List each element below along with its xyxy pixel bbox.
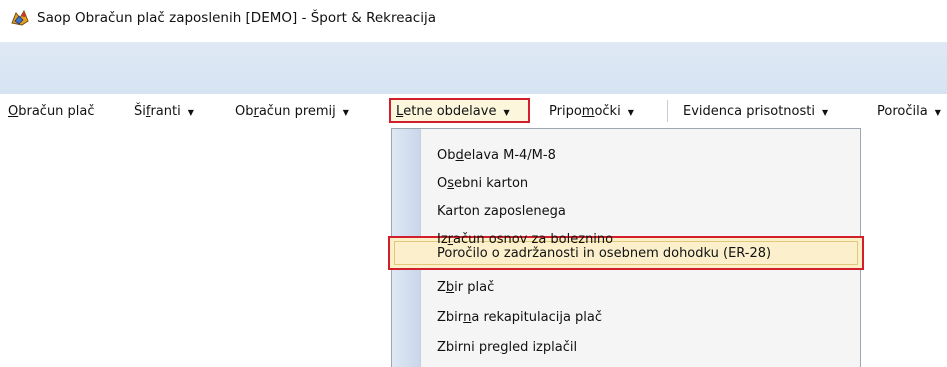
menu-obracun-plac[interactable]: Obračun plač bbox=[8, 96, 95, 126]
dropdown-item-obdelava-m4-m8[interactable]: Ob d elava M-4/M-8 bbox=[437, 141, 556, 169]
dropdown-item-karton-zaposlenega[interactable]: Karton zaposlenega bbox=[437, 197, 566, 225]
title-bar: Saop Obračun plač zaposlenih [DEMO] - Šp… bbox=[0, 0, 947, 40]
menu-label-post: etne obdelave bbox=[403, 103, 497, 119]
item-label-post: led izplačil bbox=[508, 339, 578, 355]
dropdown-item-zbirni-pregled[interactable]: Zbirni pre g led izplačil bbox=[437, 333, 577, 361]
menu-obracun-premij[interactable]: Ob r ačun premij ▼ bbox=[235, 96, 349, 126]
menu-label-post: ačun premij bbox=[258, 103, 336, 119]
item-label-accel: s bbox=[447, 175, 455, 191]
chevron-down-icon: ▼ bbox=[821, 107, 829, 117]
menu-separator bbox=[667, 100, 668, 122]
item-label: Poročilo o zadržanosti in osebnem dohodk… bbox=[437, 245, 772, 261]
menu-bar-background bbox=[0, 42, 947, 94]
dropdown-item-osebni-karton[interactable]: Os ebni karton bbox=[437, 169, 528, 197]
chevron-down-icon: ▼ bbox=[187, 107, 194, 117]
item-label-pre: Z bbox=[437, 279, 446, 295]
item-label-accel: n bbox=[463, 309, 472, 325]
saop-app-icon bbox=[11, 9, 29, 26]
item-label-pre: O bbox=[437, 175, 448, 191]
menu-label-pre: Ši bbox=[134, 103, 146, 119]
item-label-pre: Zbir bbox=[437, 309, 464, 325]
item-label-post: ir plač bbox=[454, 279, 495, 295]
window-title: Saop Obračun plač zaposlenih [DEMO] - Šp… bbox=[37, 10, 437, 26]
item-label-post: a rekapitulacija plač bbox=[471, 309, 603, 325]
menu-label-post: očki bbox=[594, 103, 621, 119]
menu-label-pre: Ob bbox=[235, 103, 254, 119]
menu-label-post: ranti bbox=[150, 103, 181, 119]
menu-bar: Obračun plač Ši f ranti ▼ Ob r ačun premij ▼… bbox=[0, 96, 947, 126]
menu-label-accel: O bbox=[8, 103, 19, 119]
item-label-pre: Zbirni pre bbox=[437, 339, 501, 355]
item-label: Karton zaposlenega bbox=[437, 203, 566, 219]
dropdown-item-zbir-plac[interactable]: Zb ir plač bbox=[437, 273, 494, 301]
item-label-accel: b bbox=[445, 279, 455, 295]
menu-pripomocki[interactable]: Pripo m očki ▼ bbox=[549, 96, 634, 126]
menu-label: Evidenca prisotnosti bbox=[683, 103, 815, 119]
item-label-post: ebni karton bbox=[454, 175, 529, 191]
menu-porocila[interactable]: Poročila ▼ bbox=[877, 96, 941, 126]
menu-letne-obdelave[interactable]: Letne obdelave ▼ bbox=[396, 96, 510, 126]
menu-sifranti[interactable]: Ši f ranti ▼ bbox=[134, 96, 194, 126]
menu-label-pre: Pripo bbox=[549, 103, 582, 119]
menu-evidenca-prisotnosti[interactable]: Evidenca prisotnosti ▼ bbox=[683, 96, 828, 126]
item-label-post: elava M-4/M-8 bbox=[463, 147, 556, 163]
dropdown-item-zbirna-rekapitulacija[interactable]: Zbir n a rekapitulacija plač bbox=[437, 303, 602, 331]
chevron-down-icon: ▼ bbox=[934, 107, 941, 117]
chevron-down-icon: ▼ bbox=[342, 107, 349, 117]
chevron-down-icon: ▼ bbox=[503, 107, 510, 117]
item-label-accel: d bbox=[455, 147, 464, 163]
item-label-pre: Ob bbox=[437, 147, 456, 163]
dropdown-item-porocilo-er28[interactable]: Poročilo o zadržanosti in osebnem dohodk… bbox=[437, 239, 771, 267]
menu-label: Poročila bbox=[877, 103, 928, 119]
chevron-down-icon: ▼ bbox=[627, 107, 634, 117]
menu-label-accel: m bbox=[581, 103, 595, 119]
menu-label-accel: L bbox=[396, 103, 404, 119]
item-label-accel: g bbox=[500, 339, 509, 355]
menu-label-post: bračun plač bbox=[18, 103, 95, 119]
